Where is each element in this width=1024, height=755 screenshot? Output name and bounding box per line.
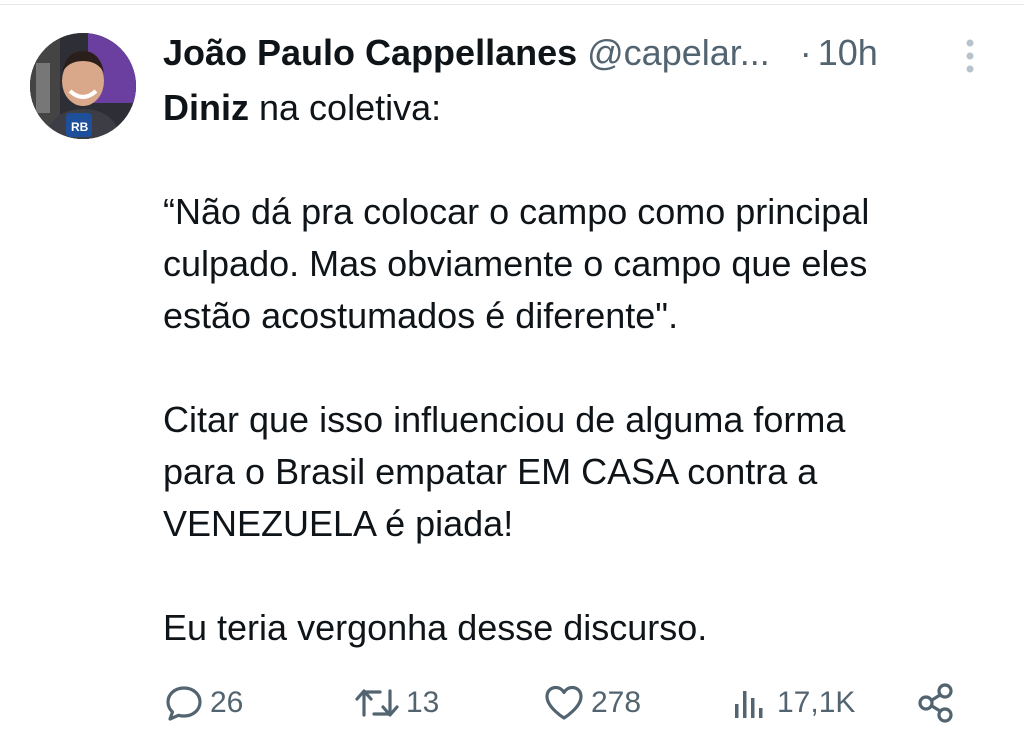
user-avatar-icon: RB: [30, 33, 136, 139]
user-handle[interactable]: @capelar...: [587, 32, 770, 74]
avatar[interactable]: RB: [30, 33, 136, 139]
share-button[interactable]: [915, 676, 957, 730]
line-rest: na coletiva:: [249, 87, 442, 128]
display-name[interactable]: João Paulo Cappellanes: [163, 32, 577, 74]
quote-line: “Não dá pra colocar o campo como princip…: [163, 191, 870, 232]
timestamp[interactable]: 10h: [818, 32, 878, 74]
comment-line: Citar que isso influenciou de alguma for…: [163, 399, 846, 440]
top-divider: [0, 4, 1024, 5]
like-button[interactable]: 278: [543, 676, 641, 730]
tweet-text: Diniz na coletiva: “Não dá pra colocar o…: [163, 82, 983, 654]
views-count: 17,1K: [777, 686, 856, 719]
svg-text:RB: RB: [71, 120, 89, 134]
more-options-button[interactable]: [963, 38, 977, 74]
quote-line: estão acostumados é diferente".: [163, 295, 679, 336]
reply-button[interactable]: 26: [164, 676, 243, 730]
heart-icon: [545, 685, 583, 720]
tweet-line: Diniz na coletiva:: [163, 82, 983, 134]
separator-dot: ·: [799, 32, 812, 73]
mention-bold: Diniz: [163, 87, 249, 128]
comment-line: VENEZUELA é piada!: [163, 503, 514, 544]
comment-line: para o Brasil empatar EM CASA contra a: [163, 451, 818, 492]
reply-count: 26: [210, 686, 244, 719]
closing-line: Eu teria vergonha desse discurso.: [163, 607, 708, 648]
share-icon: [918, 683, 953, 723]
views-chart-icon: [735, 691, 763, 718]
retweet-button[interactable]: 13: [354, 676, 439, 730]
quote-line: culpado. Mas obviamente o campo que eles: [163, 243, 868, 284]
tweet-header: João Paulo Cappellanes @capelar... · 10h: [163, 28, 943, 78]
like-count: 278: [591, 686, 642, 719]
more-vertical-icon: [966, 39, 974, 73]
retweet-icon: [355, 689, 399, 717]
views-button[interactable]: 17,1K: [731, 676, 855, 730]
retweet-count: 13: [406, 686, 440, 719]
action-bar: 26 13 278 17,1K: [0, 676, 1024, 730]
reply-icon: [166, 686, 202, 721]
